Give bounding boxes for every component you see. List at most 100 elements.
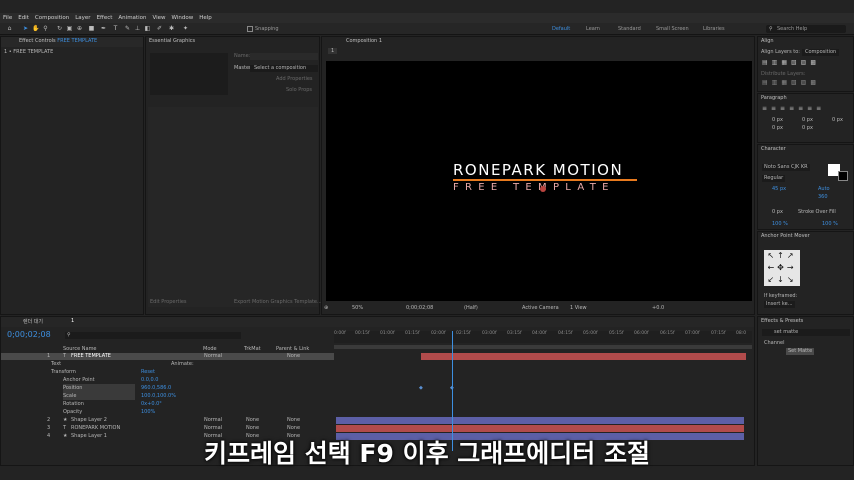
menu-edit[interactable]: Edit: [15, 15, 32, 21]
layer-2-trkmat[interactable]: None: [246, 417, 259, 424]
composition-tab[interactable]: Composition 1: [346, 38, 382, 44]
layer-1-name[interactable]: FREE TEMPLATE: [71, 353, 111, 360]
magnify-icon[interactable]: ⊕: [324, 305, 328, 312]
layer-1-mode[interactable]: Normal: [204, 353, 222, 360]
leading-value[interactable]: Auto: [818, 186, 830, 193]
effects-item-set-matte[interactable]: Set Matte: [786, 348, 815, 355]
align-to-select[interactable]: Composition: [802, 49, 840, 56]
composition-viewer[interactable]: RONEPARK MOTION FREE TEMPLATE: [326, 61, 752, 301]
prop-animate[interactable]: Animate:: [171, 361, 194, 368]
prop-rotation[interactable]: Rotation: [63, 401, 84, 408]
menu-animation[interactable]: Animation: [115, 15, 149, 21]
layer-3-mode[interactable]: Normal: [204, 425, 222, 432]
menu-layer[interactable]: Layer: [72, 15, 93, 21]
rotate-tool-icon[interactable]: ↻: [56, 25, 63, 32]
prop-rotation-value[interactable]: 0x+0.0°: [141, 401, 162, 408]
menu-help[interactable]: Help: [196, 15, 215, 21]
parent-header[interactable]: Parent & Link: [276, 346, 309, 353]
master-select[interactable]: Select a composition: [250, 65, 318, 72]
render-queue-tab[interactable]: 렌더 대기: [23, 318, 43, 325]
camera-select[interactable]: Active Camera: [522, 305, 559, 312]
effects-group-channel[interactable]: Channel: [764, 340, 785, 347]
font-size-value[interactable]: 45 px: [772, 186, 786, 193]
camera-tool-icon[interactable]: ▣: [66, 25, 73, 32]
effects-search-field[interactable]: set matte: [762, 329, 850, 336]
horizontal-scale-value[interactable]: 100 %: [822, 221, 838, 228]
layer-2-bar[interactable]: [336, 417, 744, 424]
layer-row-1[interactable]: 1 T FREE TEMPLATE Normal None: [1, 353, 334, 360]
prop-scale[interactable]: Scale: [63, 393, 76, 400]
name-field[interactable]: [250, 53, 318, 60]
vertical-scale-value[interactable]: 100 %: [772, 221, 788, 228]
prop-position-value[interactable]: 960.0,586.0: [141, 385, 171, 392]
indent-left[interactable]: 0 px: [772, 117, 783, 124]
layer-3-parent[interactable]: None: [287, 425, 300, 432]
layer-row-2[interactable]: 2 ★ Shape Layer 2 Normal None None: [1, 417, 334, 424]
puppet-tool-icon[interactable]: ✱: [168, 25, 175, 32]
keyframe-position-1[interactable]: ◆: [419, 385, 423, 391]
workspace-small-screen[interactable]: Small Screen: [656, 26, 689, 32]
mode-header[interactable]: Mode: [203, 346, 217, 353]
zoom-tool-icon[interactable]: ⚲: [42, 25, 49, 32]
solo-props-button[interactable]: Solo Props: [286, 87, 312, 94]
type-tool-icon[interactable]: T: [112, 25, 119, 32]
stroke-mode-select[interactable]: Stroke Over Fill: [798, 209, 836, 216]
space-before[interactable]: 0 px: [772, 125, 783, 132]
prop-scale-value[interactable]: 100.0,100.0%: [141, 393, 176, 400]
workspace-default[interactable]: Default: [552, 26, 570, 32]
menu-effect[interactable]: Effect: [94, 15, 116, 21]
rectangle-tool-icon[interactable]: ■: [88, 25, 95, 32]
export-mogrt-button[interactable]: Export Motion Graphics Template...: [234, 299, 322, 306]
font-family-select[interactable]: Noto Sans CJK KR: [762, 164, 810, 171]
tracking-value[interactable]: 360: [818, 194, 828, 201]
menu-composition[interactable]: Composition: [32, 15, 72, 21]
layer-3-bar[interactable]: [336, 425, 744, 432]
stroke-width-value[interactable]: 0 px: [772, 209, 783, 216]
workspace-learn[interactable]: Learn: [586, 26, 600, 32]
timeline-search-field[interactable]: ⚲: [65, 332, 241, 339]
view-layout-select[interactable]: 1 View: [570, 305, 587, 312]
prop-transform[interactable]: Transform: [51, 369, 76, 376]
layer-2-mode[interactable]: Normal: [204, 417, 222, 424]
add-properties-button[interactable]: Add Properties: [276, 76, 313, 83]
prop-opacity-value[interactable]: 100%: [141, 409, 155, 416]
menu-view[interactable]: View: [149, 15, 168, 21]
edit-properties-button[interactable]: Edit Properties: [150, 299, 187, 306]
stroke-color-swatch[interactable]: [838, 171, 848, 181]
roto-brush-tool-icon[interactable]: ✐: [156, 25, 163, 32]
anchor-grid[interactable]: ↖↑↗ ←✥→ ↙↓↘: [764, 250, 800, 286]
space-after[interactable]: 0 px: [802, 125, 813, 132]
hand-tool-icon[interactable]: ✋: [32, 25, 39, 32]
prop-anchor-value[interactable]: 0.0,0.0: [141, 377, 159, 384]
layer-row-3[interactable]: 3 T RONEPARK MOTION Normal None None: [1, 425, 334, 432]
layer-2-name[interactable]: Shape Layer 2: [71, 417, 107, 424]
composition-breadcrumb[interactable]: 1: [328, 48, 338, 54]
selection-tool-icon[interactable]: ➤: [22, 25, 29, 32]
effect-controls-tab[interactable]: Effect Controls FREE TEMPLATE: [1, 37, 143, 47]
menu-file[interactable]: File: [0, 15, 15, 21]
playhead[interactable]: [452, 331, 453, 451]
align-buttons[interactable]: ▤▥▦▧▨▩: [762, 59, 850, 66]
composition-timeline-tab[interactable]: 1: [71, 318, 74, 324]
work-area-bar[interactable]: [334, 345, 752, 349]
search-help-field[interactable]: ⚲ Search Help: [766, 25, 846, 33]
indent-first[interactable]: 0 px: [832, 117, 843, 124]
prop-text[interactable]: Text: [51, 361, 61, 368]
prop-opacity[interactable]: Opacity: [63, 409, 82, 416]
brush-tool-icon[interactable]: ✎: [124, 25, 131, 32]
prop-reset[interactable]: Reset: [141, 369, 155, 376]
layer-1-bar[interactable]: [421, 353, 746, 360]
timeline-timecode[interactable]: 0;00;02;08: [7, 330, 51, 339]
menu-window[interactable]: Window: [169, 15, 197, 21]
workspace-standard[interactable]: Standard: [618, 26, 641, 32]
home-icon[interactable]: ⌂: [6, 25, 13, 32]
insert-keyframe-select[interactable]: Insert ke...: [764, 301, 795, 308]
exposure-value[interactable]: +0.0: [652, 305, 664, 312]
pan-behind-tool-icon[interactable]: ⊕: [76, 25, 83, 32]
current-time-display[interactable]: 0;00;02;08: [406, 305, 433, 312]
source-name-header[interactable]: Source Name: [63, 346, 97, 353]
trkmat-header[interactable]: TrkMat: [244, 346, 261, 353]
resolution-select[interactable]: (Half): [464, 305, 478, 312]
pen-tool-icon[interactable]: ✒: [100, 25, 107, 32]
workspace-libraries[interactable]: Libraries: [703, 26, 725, 32]
